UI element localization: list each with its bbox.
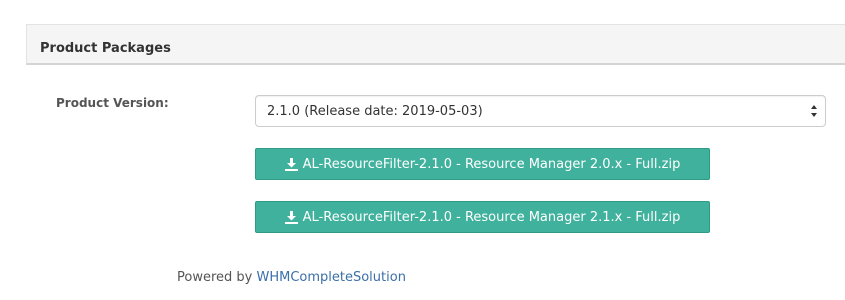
download-icon bbox=[284, 157, 298, 171]
product-packages-panel: Product Packages Product Version: 2.1.0 … bbox=[26, 24, 845, 233]
download-button-label: AL-ResourceFilter-2.1.0 - Resource Manag… bbox=[302, 156, 681, 172]
download-button-rm-2-1[interactable]: AL-ResourceFilter-2.1.0 - Resource Manag… bbox=[255, 201, 710, 233]
panel-header: Product Packages bbox=[26, 24, 845, 65]
footer-powered-by: Powered by WHMCompleteSolution bbox=[177, 270, 406, 285]
product-version-select[interactable]: 2.1.0 (Release date: 2019-05-03) bbox=[255, 95, 826, 127]
product-version-label: Product Version: bbox=[56, 96, 169, 110]
download-button-rm-2-0[interactable]: AL-ResourceFilter-2.1.0 - Resource Manag… bbox=[255, 148, 710, 180]
download-button-label: AL-ResourceFilter-2.1.0 - Resource Manag… bbox=[302, 209, 681, 225]
download-icon bbox=[284, 210, 298, 224]
select-arrows-icon bbox=[811, 105, 817, 117]
footer-prefix: Powered by bbox=[177, 270, 257, 285]
whmcs-link[interactable]: WHMCompleteSolution bbox=[256, 270, 405, 285]
panel-title: Product Packages bbox=[40, 41, 171, 56]
product-version-selected-value: 2.1.0 (Release date: 2019-05-03) bbox=[267, 104, 483, 119]
